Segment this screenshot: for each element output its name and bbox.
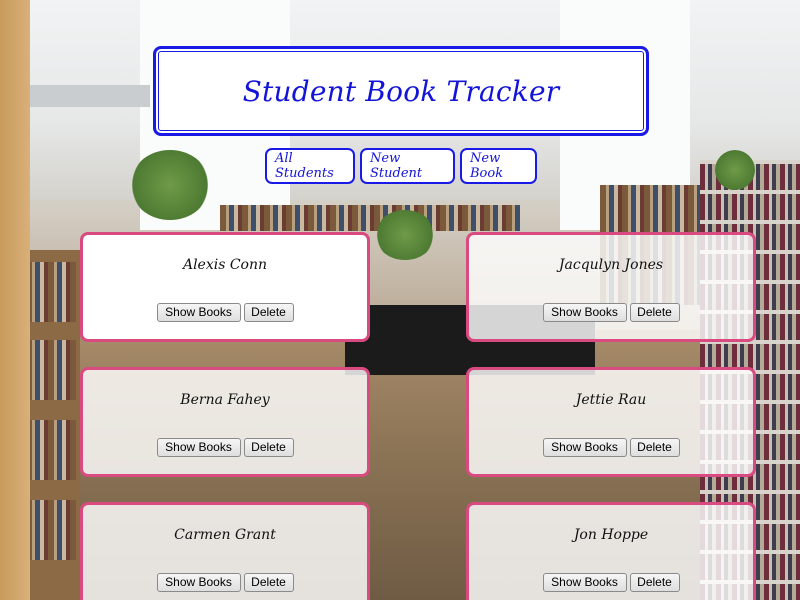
student-name: Jettie Rau (575, 392, 647, 408)
delete-button[interactable]: Delete (243, 303, 294, 322)
show-books-button[interactable]: Show Books (156, 438, 241, 457)
student-name: Jacqulyn Jones (558, 257, 664, 273)
new-book-button[interactable]: New Book (460, 148, 537, 184)
student-card: Berna Fahey Show Books Delete (80, 367, 370, 477)
show-books-button[interactable]: Show Books (156, 573, 241, 592)
student-name: Berna Fahey (180, 392, 270, 408)
new-student-button[interactable]: New Student (360, 148, 455, 184)
student-name: Jon Hoppe (573, 527, 649, 543)
student-name: Alexis Conn (182, 257, 268, 273)
delete-button[interactable]: Delete (243, 573, 294, 592)
student-name: Carmen Grant (174, 527, 276, 543)
show-books-button[interactable]: Show Books (542, 438, 627, 457)
student-card: Jettie Rau Show Books Delete (466, 367, 756, 477)
app-root: Student Book Tracker All Students New St… (0, 0, 800, 600)
page-title: Student Book Tracker (242, 74, 560, 108)
delete-button[interactable]: Delete (629, 438, 680, 457)
student-card: Jon Hoppe Show Books Delete (466, 502, 756, 600)
show-books-button[interactable]: Show Books (542, 573, 627, 592)
show-books-button[interactable]: Show Books (542, 303, 627, 322)
all-students-button[interactable]: All Students (265, 148, 355, 184)
student-card: Alexis Conn Show Books Delete (80, 232, 370, 342)
title-banner: Student Book Tracker (153, 46, 649, 136)
delete-button[interactable]: Delete (629, 303, 680, 322)
student-card: Jacqulyn Jones Show Books Delete (466, 232, 756, 342)
delete-button[interactable]: Delete (629, 573, 680, 592)
show-books-button[interactable]: Show Books (156, 303, 241, 322)
student-card: Carmen Grant Show Books Delete (80, 502, 370, 600)
delete-button[interactable]: Delete (243, 438, 294, 457)
main-nav: All Students New Student New Book (265, 148, 537, 184)
